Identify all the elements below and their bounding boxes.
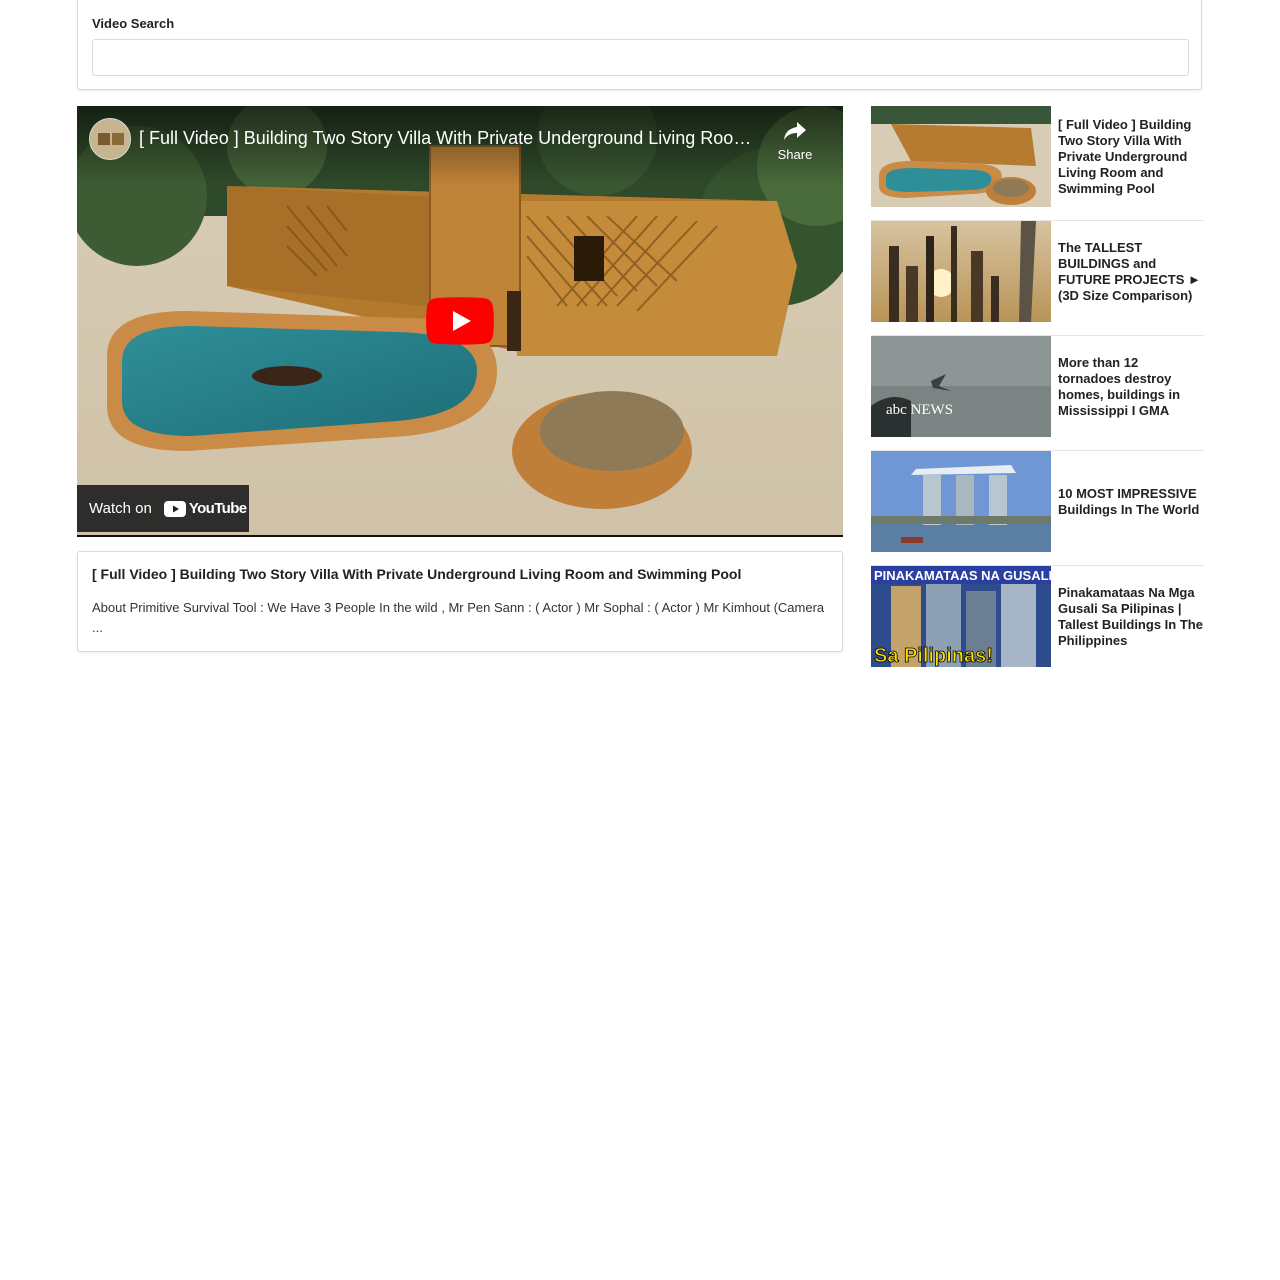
watch-on-label: Watch on: [89, 500, 152, 517]
related-thumbnail-marina-bay[interactable]: [871, 451, 1051, 552]
video-player[interactable]: [ Full Video ] Building Two Story Villa …: [77, 106, 843, 537]
video-description: About Primitive Survival Tool : We Have …: [92, 600, 825, 635]
play-icon: [426, 297, 494, 345]
related-video-item[interactable]: PINAKAMATAAS NA GUSALI Sa Pilipinas! Pin…: [871, 566, 1204, 680]
related-video-title[interactable]: 10 MOST IMPRESSIVE Buildings In The Worl…: [1058, 451, 1203, 552]
play-button[interactable]: [426, 297, 494, 345]
share-label: Share: [777, 147, 813, 162]
related-thumbnail-abc-news[interactable]: abc NEWS: [871, 336, 1051, 437]
abc-news-logo-text: abc NEWS: [886, 402, 953, 418]
youtube-icon: [163, 500, 186, 517]
related-video-item[interactable]: [ Full Video ] Building Two Story Villa …: [871, 106, 1204, 221]
related-thumbnail-philippines[interactable]: PINAKAMATAAS NA GUSALI Sa Pilipinas!: [871, 566, 1051, 667]
related-videos-list: [ Full Video ] Building Two Story Villa …: [871, 106, 1204, 680]
related-video-item[interactable]: abc NEWS More than 12 tornadoes destroy …: [871, 336, 1204, 451]
thumb-headline-top: PINAKAMATAAS NA GUSALI: [874, 568, 1051, 583]
thumb-headline-bottom: Sa Pilipinas!: [874, 645, 993, 667]
video-info-panel: [ Full Video ] Building Two Story Villa …: [77, 551, 843, 652]
watch-on-youtube-button[interactable]: Watch on YouTube: [77, 485, 249, 532]
related-video-title[interactable]: Pinakamataas Na Mga Gusali Sa Pilipinas …: [1058, 566, 1203, 667]
video-title: [ Full Video ] Building Two Story Villa …: [92, 566, 742, 582]
youtube-logo: YouTube: [163, 500, 247, 517]
related-video-title[interactable]: [ Full Video ] Building Two Story Villa …: [1058, 106, 1203, 207]
video-search-panel: Video Search: [77, 0, 1202, 90]
related-video-title[interactable]: More than 12 tornadoes destroy homes, bu…: [1058, 336, 1203, 437]
related-thumbnail-skyscrapers[interactable]: [871, 221, 1051, 322]
share-button[interactable]: Share: [775, 120, 815, 162]
player-video-title[interactable]: [ Full Video ] Building Two Story Villa …: [139, 128, 759, 149]
related-video-title[interactable]: The TALLEST BUILDINGS and FUTURE PROJECT…: [1058, 221, 1203, 322]
youtube-wordmark: YouTube: [188, 500, 247, 517]
channel-avatar[interactable]: [89, 118, 131, 160]
related-video-item[interactable]: The TALLEST BUILDINGS and FUTURE PROJECT…: [871, 221, 1204, 336]
search-label: Video Search: [92, 16, 175, 31]
related-video-item[interactable]: 10 MOST IMPRESSIVE Buildings In The Worl…: [871, 451, 1204, 566]
search-input[interactable]: [92, 39, 1189, 76]
share-icon: [784, 122, 806, 140]
related-thumbnail-villa[interactable]: [871, 106, 1051, 207]
